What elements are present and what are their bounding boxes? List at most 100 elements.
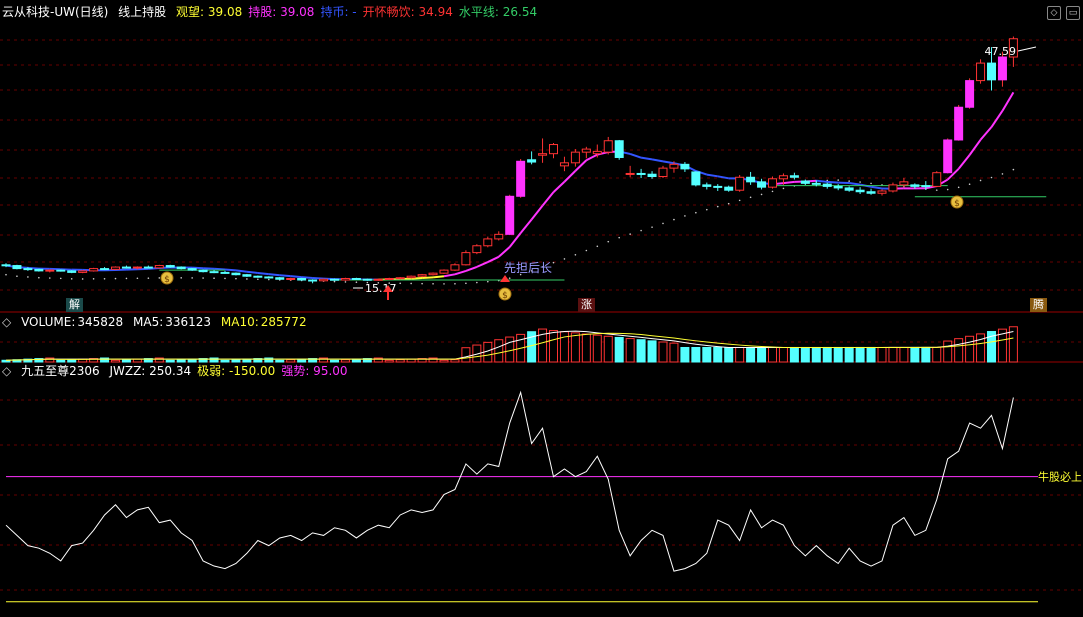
candle-body [669,163,679,169]
candle-body [778,175,788,180]
panel-toggle-icon[interactable]: ◇ [2,364,11,378]
long-ma-dot [673,218,675,221]
candle-body [209,271,219,274]
panel-toggle-icon[interactable]: ◇ [2,315,11,329]
candle-body [330,278,339,281]
candle-body [768,178,777,188]
volume-bar [209,357,219,363]
candle-body [111,266,120,270]
volume-bar [614,336,624,363]
candle-body [713,185,723,188]
long-ma-dot [607,240,610,243]
tag-teng: 腾 [1030,298,1047,312]
tag-jie: 解 [66,298,83,312]
volume-bar [494,339,504,363]
long-ma-dot [651,226,653,228]
long-ma-dot [59,277,62,280]
long-ma-dot [5,273,7,276]
candle-body [811,182,821,185]
volume-bar [121,359,131,363]
collapse-chevron-icon[interactable]: ◇ [1047,6,1061,20]
candle-body [143,266,153,269]
candle-body [855,189,865,193]
candle-body [439,269,449,274]
long-ma-dot [235,277,237,280]
candle-body [516,160,526,197]
ma5-value: 336123 [165,315,212,329]
main-header-item-3: 开怀畅饮: 34.94 [362,5,453,19]
long-ma-dot [990,176,993,179]
trend-line-segment [257,271,269,276]
long-ma-dot [147,277,150,279]
candle-body [45,269,55,272]
long-ma-dot [935,189,938,191]
volume-bar [461,347,471,363]
candle-body [12,265,22,270]
volume-label: VOLUME: [21,315,76,329]
money-bag-icon: $ [502,291,508,301]
trend-line-segment [827,180,839,184]
volume-bar [833,346,843,363]
long-ma-dot [224,277,226,280]
long-ma-dot [465,282,467,285]
volume-bar [581,333,591,363]
long-ma-dot [837,179,839,181]
candle-body [373,278,383,281]
candle-body [264,276,274,279]
trend-line-segment [651,158,664,163]
trend-line-segment [224,268,237,272]
expand-icon[interactable]: ▭ [1066,6,1080,20]
long-ma-dot [399,282,402,285]
trend-line-segment [1001,91,1015,112]
candle-body [187,268,197,271]
volume-bar [855,346,865,363]
buy-arrow-icon [500,275,510,282]
chart-canvas[interactable]: 47.59 15.17 先担后长 $ $ $ 牛股必上 [0,0,1083,617]
candle-body [625,172,635,175]
long-ma-dot [979,179,982,182]
trend-line-segment [629,153,642,159]
trend-line-segment [454,270,467,276]
candle-body [253,275,263,278]
volume-bar [658,341,668,363]
long-ma-dot [410,282,412,285]
trend-line-segment [235,269,248,273]
trend-line-segment [870,185,883,190]
trend-line-segment [816,179,828,183]
candle-body [603,140,613,153]
trend-line-segment [849,181,861,186]
volume-bar [100,357,110,363]
money-bag-icon: $ [954,199,960,209]
long-ma-dot [640,229,642,232]
candle-body [581,148,591,153]
volume-bar [625,338,635,363]
long-ma-dot [574,253,577,256]
candle-body [888,184,898,192]
volume-bar [319,357,329,363]
trend-line-segment [290,275,302,279]
volume-bar [702,346,712,363]
candle-body [899,181,909,186]
candle-body [34,268,44,272]
long-ma-dot [771,190,774,193]
candle-body [833,185,843,189]
volume-bar [735,346,745,363]
oscillator-name[interactable]: 九五至尊2306 [21,364,100,378]
long-ma-dot [114,277,117,280]
trend-line-segment [487,255,500,263]
candle-body [483,238,493,247]
volume-bar [264,357,274,363]
volume-bar [899,346,909,363]
candle-body [844,187,854,191]
stock-title[interactable]: 云从科技-UW(日线) [2,5,108,19]
volume-bar [965,335,975,363]
indicator-name[interactable]: 线上持股 [118,5,166,19]
high-price-pointer [1017,46,1037,52]
trend-line-segment [443,273,456,278]
candle-body [636,172,646,175]
trend-line-segment [268,273,280,277]
osc-header-item-0: JWZZ: 250.34 [109,364,192,378]
volume-bar [428,357,438,363]
volume-bar [439,359,449,363]
candle-body [877,190,887,194]
